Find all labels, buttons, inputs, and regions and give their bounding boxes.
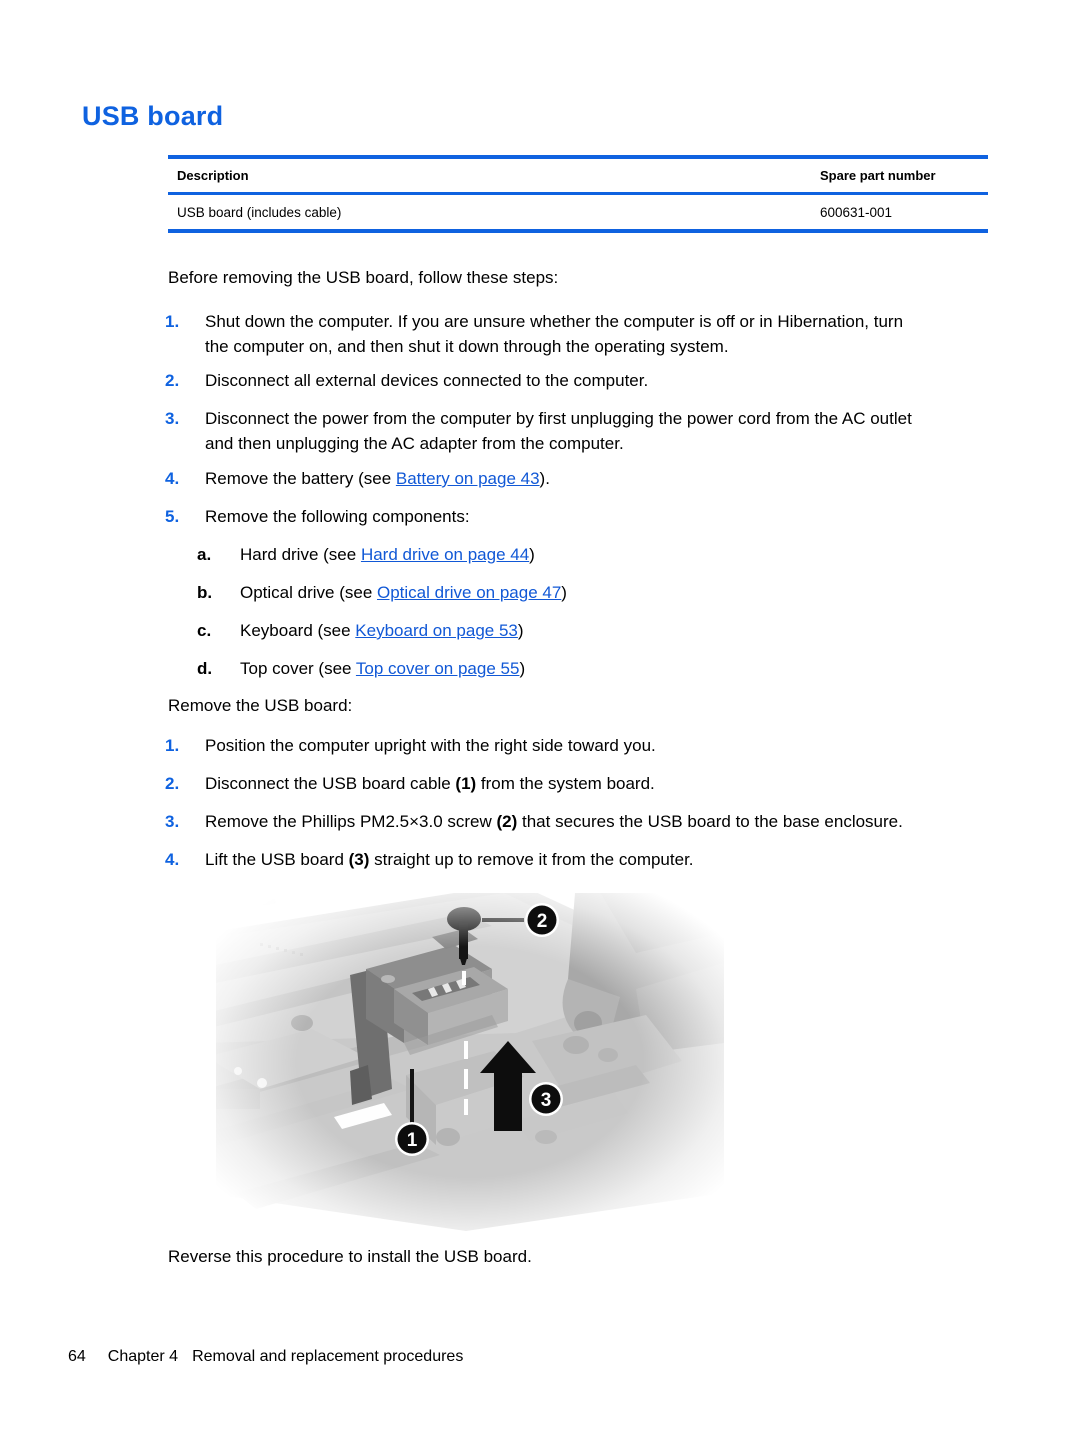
callout-badge-1: 1	[395, 1122, 429, 1156]
svg-text:1: 1	[407, 1130, 418, 1151]
page-footer: 64 Chapter 4 Removal and replacement proce…	[68, 1348, 463, 1366]
xref-link-top-cover[interactable]: Top cover on page 55	[356, 659, 520, 678]
svg-text:3: 3	[541, 1090, 552, 1111]
list-text: Disconnect all external devices connecte…	[205, 368, 1005, 393]
list-marker: a.	[197, 545, 212, 564]
list-marker: 1.	[165, 736, 180, 755]
list-marker: 3.	[165, 409, 180, 428]
list-text-prefix: Optical drive (see	[240, 583, 377, 602]
list-text: Disconnect the power from the computer b…	[205, 406, 1005, 456]
table-rule-bottom	[168, 229, 988, 233]
footer-page-number: 64	[68, 1348, 86, 1365]
list-text-line: Shut down the computer. If you are unsur…	[205, 312, 904, 331]
list-text: Remove the following components:	[205, 504, 1005, 529]
list-text-prefix: Remove the Phillips PM2.5×3.0 screw	[205, 812, 497, 831]
list-text-prefix: Lift the USB board	[205, 850, 349, 869]
list-marker: 3.	[165, 812, 180, 831]
list-text: Hard drive (see Hard drive on page 44)	[240, 542, 1000, 567]
list-marker: 2.	[165, 371, 180, 390]
list-text-prefix: Keyboard (see	[240, 621, 356, 640]
list-text-suffix: )	[519, 659, 526, 678]
footer-chapter: Chapter 4	[107, 1348, 179, 1365]
list-text-line: the computer on, and then shut it down t…	[205, 337, 729, 356]
table-header-row: Description Spare part number	[168, 159, 988, 192]
spare-parts-table: Description Spare part number USB board …	[168, 155, 988, 233]
callout-ref: (3)	[348, 850, 370, 869]
page-title: USB board	[82, 101, 224, 131]
list-text: Optical drive (see Optical drive on page…	[240, 580, 1000, 605]
list-text: Keyboard (see Keyboard on page 53)	[240, 618, 1000, 643]
callout-badge-2: 2	[525, 903, 559, 937]
list-text-line: Disconnect the power from the computer b…	[205, 409, 912, 428]
list-text: Remove the battery (see Battery on page …	[205, 466, 1005, 491]
callout-badge-3: 3	[529, 1082, 563, 1116]
list-text-suffix: that secures the USB board to the base e…	[517, 812, 903, 831]
list-text-suffix: ).	[539, 469, 550, 488]
list-marker: 4.	[165, 469, 180, 488]
xref-link-keyboard[interactable]: Keyboard on page 53	[355, 621, 518, 640]
column-header-description: Description	[177, 168, 249, 183]
callout-ref: (2)	[496, 812, 518, 831]
list-text: Disconnect the USB board cable (1) from …	[205, 771, 1005, 796]
document-page: USB board Description Spare part number …	[0, 0, 1080, 1437]
list-text: Shut down the computer. If you are unsur…	[205, 309, 1005, 359]
list-marker: c.	[197, 621, 212, 640]
cell-spare-part-number: 600631-001	[820, 204, 893, 220]
table-row: USB board (includes cable) 600631-001	[168, 195, 988, 229]
svg-text:2: 2	[537, 911, 548, 932]
usb-board-removal-figure: 1 2 3	[216, 893, 724, 1231]
xref-link-optical-drive[interactable]: Optical drive on page 47	[377, 583, 561, 602]
list-text: Remove the Phillips PM2.5×3.0 screw (2) …	[205, 809, 1005, 834]
list-text-prefix: Remove the battery (see	[205, 469, 396, 488]
list-text-prefix: Disconnect the USB board cable	[205, 774, 456, 793]
list-marker: 2.	[165, 774, 180, 793]
xref-link-hard-drive[interactable]: Hard drive on page 44	[361, 545, 529, 564]
footer-chapter-title: Removal and replacement procedures	[192, 1348, 464, 1365]
list-text-suffix: )	[529, 545, 535, 564]
list-marker: b.	[197, 583, 213, 602]
list-text-prefix: Top cover (see	[240, 659, 356, 678]
list-text-line: and then unplugging the AC adapter from …	[205, 434, 624, 453]
list-text: Position the computer upright with the r…	[205, 733, 1005, 758]
before-section-lead: Before removing the USB board, follow th…	[168, 268, 559, 287]
list-text-suffix: from the system board.	[476, 774, 655, 793]
closing-text: Reverse this procedure to install the US…	[168, 1247, 532, 1266]
list-text-suffix: )	[561, 583, 567, 602]
list-text-prefix: Position the computer upright with the r…	[205, 736, 656, 755]
list-marker: d.	[197, 659, 213, 678]
list-text-suffix: )	[517, 621, 524, 640]
list-text-suffix: straight up to remove it from the comput…	[369, 850, 694, 869]
list-text: Lift the USB board (3) straight up to re…	[205, 847, 1005, 872]
list-text-prefix: Hard drive (see	[240, 545, 361, 564]
xref-link-battery[interactable]: Battery on page 43	[396, 469, 540, 488]
list-marker: 4.	[165, 850, 180, 869]
cell-description: USB board (includes cable)	[177, 204, 342, 220]
list-text-line: Disconnect all external devices connecte…	[205, 371, 649, 390]
list-text-line: Remove the following components:	[205, 507, 470, 526]
list-marker: 1.	[165, 312, 180, 331]
list-text: Top cover (see Top cover on page 55)	[240, 656, 1000, 681]
callout-ref: (1)	[455, 774, 477, 793]
remove-section-lead: Remove the USB board:	[168, 696, 353, 715]
column-header-spare-part-number: Spare part number	[820, 168, 936, 183]
list-marker: 5.	[165, 507, 180, 526]
